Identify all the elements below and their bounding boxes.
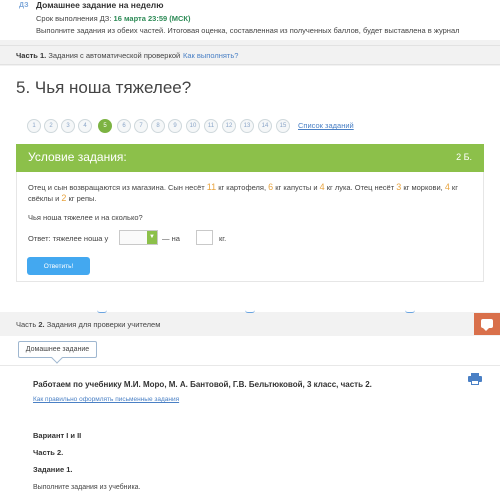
page-item-6[interactable]: 6 <box>117 119 131 133</box>
page-item-5-active[interactable]: 5 <box>98 119 112 133</box>
task-heading: Задание 1. <box>33 465 73 474</box>
section-divider <box>0 312 500 313</box>
print-icon[interactable] <box>468 373 482 385</box>
page-item-9[interactable]: 9 <box>168 119 182 133</box>
divider-mark <box>97 310 107 313</box>
answer-dash-label: — на <box>162 234 180 243</box>
page-item-10[interactable]: 10 <box>186 119 200 133</box>
part2-label-text: Задания для проверки учителем <box>46 320 161 329</box>
submit-button[interactable]: Ответить! <box>27 257 90 275</box>
answer-unit: кг. <box>219 234 227 243</box>
part2-label-bold: 2. <box>38 320 45 329</box>
part2-label-pre: Часть <box>16 320 39 329</box>
homework-note: Выполните задания из обеих частей. Итого… <box>36 26 460 35</box>
part2-header: Часть 2. Задания для проверки учителем <box>0 314 500 336</box>
condition-header: Условие задания: 2 Б. <box>16 144 484 172</box>
task-panel: 5. Чья ноша тяжелее? 1 2 3 4 5 6 7 8 9 1… <box>0 66 500 312</box>
tab-divider <box>0 365 500 366</box>
page-item-8[interactable]: 8 <box>151 119 165 133</box>
page-item-14[interactable]: 14 <box>258 119 272 133</box>
number-potatoes: 11 <box>206 182 217 192</box>
page-item-3[interactable]: 3 <box>61 119 75 133</box>
answer-row: Ответ: тяжелее ноша у ▼ — на кг. <box>28 230 468 246</box>
text-part: кг лука. Отец несёт <box>324 183 397 192</box>
task-list-link[interactable]: Список заданий <box>298 121 354 130</box>
homework-title: Домашнее задание на неделю <box>36 0 164 10</box>
deadline-value: 16 марта 23:59 (МСК) <box>113 14 191 23</box>
task-instruction: Выполните задания из учебника. <box>33 484 141 491</box>
homework-deadline: Срок выполнения ДЗ: 16 марта 23:59 (МСК) <box>36 14 191 23</box>
part-heading: Часть 2. <box>33 448 64 457</box>
homework-icon: ДЗ <box>19 2 29 9</box>
page-item-13[interactable]: 13 <box>240 119 254 133</box>
page-item-1[interactable]: 1 <box>27 119 41 133</box>
textbook-info: Работаем по учебнику М.И. Моро, М. А. Ба… <box>33 380 372 389</box>
chevron-down-icon[interactable]: ▼ <box>147 231 157 244</box>
part1-label-bold: Часть 1. <box>16 51 47 60</box>
part2-label: Часть 2. Задания для проверки учителем <box>16 320 160 329</box>
homework-header: ДЗ Домашнее задание на неделю Срок выпол… <box>0 0 500 40</box>
condition-title: Условие задания: <box>28 150 127 164</box>
condition-points: 2 Б. <box>456 152 472 162</box>
teacher-tasks-panel: Домашнее задание Работаем по учебнику М.… <box>0 336 500 500</box>
variant-heading: Вариант I и II <box>33 431 82 440</box>
answer-select[interactable]: ▼ <box>119 230 158 245</box>
text-part: кг картофеля, <box>216 183 269 192</box>
condition-question: Чья ноша тяжелее и на сколько? <box>28 213 143 222</box>
answer-label: Ответ: тяжелее ноша у <box>28 234 109 243</box>
divider-mark <box>405 310 415 313</box>
text-part: кг моркови, <box>401 183 445 192</box>
chat-icon[interactable] <box>481 319 493 331</box>
page-item-2[interactable]: 2 <box>44 119 58 133</box>
part1-label: Часть 1. Задания с автоматической провер… <box>16 51 180 60</box>
page-item-11[interactable]: 11 <box>204 119 218 133</box>
text-part: Отец и сын возвращаются из магазина. Сын… <box>28 183 207 192</box>
page-item-4[interactable]: 4 <box>78 119 92 133</box>
page-item-12[interactable]: 12 <box>222 119 236 133</box>
formatting-link[interactable]: Как правильно оформлять письменные задан… <box>33 396 179 403</box>
text-part: кг репы. <box>66 194 97 203</box>
how-to-link[interactable]: Как выполнять? <box>183 51 238 60</box>
page-title: 5. Чья ноша тяжелее? <box>16 78 192 97</box>
chat-button[interactable] <box>474 313 500 335</box>
part1-label-text: Задания с автоматической проверкой <box>48 51 181 60</box>
condition-text: Отец и сын возвращаются из магазина. Сын… <box>28 182 468 204</box>
text-part: кг капусты и <box>273 183 320 192</box>
page-item-15[interactable]: 15 <box>276 119 290 133</box>
page-item-7[interactable]: 7 <box>134 119 148 133</box>
tab-homework[interactable]: Домашнее задание <box>18 341 97 358</box>
divider-mark <box>245 310 255 313</box>
part1-header: Часть 1. Задания с автоматической провер… <box>0 45 500 65</box>
deadline-label: Срок выполнения ДЗ: <box>36 14 112 23</box>
answer-amount-input[interactable] <box>196 230 213 245</box>
